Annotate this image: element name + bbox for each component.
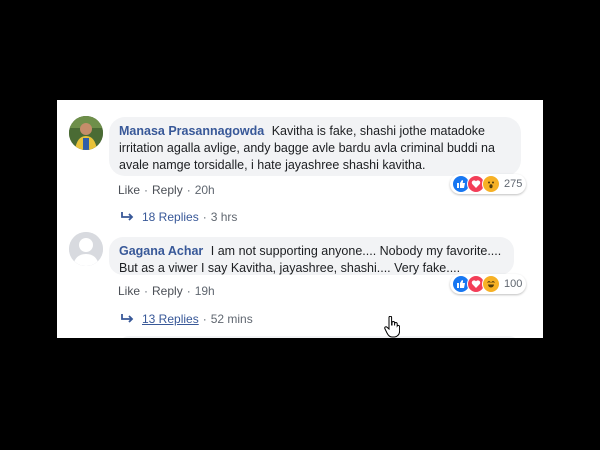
avatar[interactable] — [69, 116, 103, 150]
like-link[interactable]: Like — [118, 183, 140, 197]
reply-arrow-icon — [121, 211, 134, 225]
hand-cursor-icon — [384, 315, 401, 343]
comments-panel: Manasa Prasannagowda Kavitha is fake, sh… — [57, 100, 543, 338]
comment-bubble: Gagana Achar I am not supporting anyone.… — [109, 237, 514, 275]
comment-actions: Like · Reply · 19h — [118, 284, 215, 298]
avatar[interactable] — [69, 232, 103, 266]
separator-dot: · — [144, 183, 149, 197]
reaction-count: 275 — [504, 178, 523, 190]
reaction-count: 100 — [504, 278, 523, 290]
reply-link[interactable]: Reply — [152, 284, 183, 298]
comment-time[interactable]: 20h — [195, 183, 215, 197]
view-replies[interactable]: 13 Replies · 52 mins — [121, 312, 253, 327]
separator-dot: · — [186, 183, 191, 197]
comment-author[interactable]: Manasa Prasannagowda — [119, 124, 264, 138]
reply-arrow-icon — [121, 313, 134, 327]
comment-time[interactable]: 19h — [195, 284, 215, 298]
separator-dot: · — [202, 210, 207, 224]
comment-bubble: Manasa Prasannagowda Kavitha is fake, sh… — [109, 117, 521, 176]
default-profile-icon — [69, 232, 103, 266]
next-comment-bubble — [119, 336, 519, 338]
like-link[interactable]: Like — [118, 284, 140, 298]
separator-dot: · — [144, 284, 149, 298]
reaction-summary[interactable]: 100 — [450, 274, 527, 294]
reaction-summary[interactable]: 275 — [450, 174, 527, 194]
replies-count-link[interactable]: 13 Replies — [142, 312, 199, 326]
reply-link[interactable]: Reply — [152, 183, 183, 197]
replies-time: 52 mins — [210, 312, 253, 326]
wow-icon — [482, 175, 500, 193]
comment-actions: Like · Reply · 20h — [118, 183, 215, 197]
view-replies[interactable]: 18 Replies · 3 hrs — [121, 210, 237, 225]
replies-time: 3 hrs — [210, 210, 238, 224]
haha-icon — [482, 275, 500, 293]
profile-photo-icon — [69, 116, 103, 150]
replies-count-link[interactable]: 18 Replies — [142, 210, 199, 224]
separator-dot: · — [186, 284, 191, 298]
comment-author[interactable]: Gagana Achar — [119, 244, 203, 258]
separator-dot: · — [202, 312, 207, 326]
